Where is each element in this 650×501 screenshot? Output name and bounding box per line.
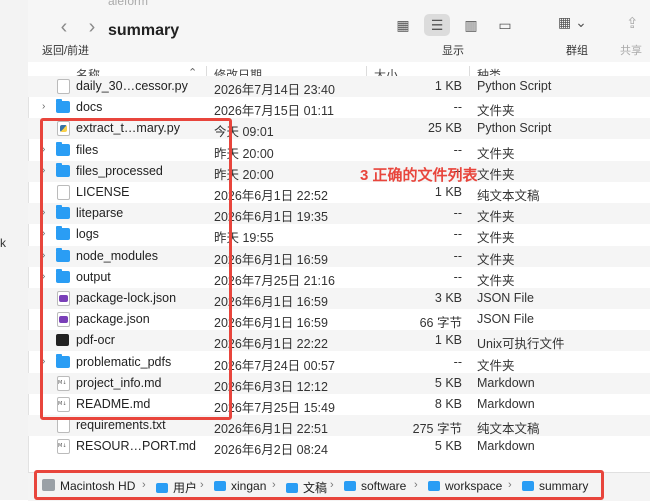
share-icon[interactable]: ⇪: [626, 14, 639, 32]
column-view-icon[interactable]: ▥: [458, 14, 484, 36]
file-date: 2026年7月25日 21:16: [214, 273, 335, 288]
disclosure-chevron-icon[interactable]: ›: [42, 101, 45, 112]
file-kind: 文件夹: [477, 252, 515, 267]
file-size: --: [453, 206, 462, 221]
forward-chevron-icon[interactable]: ›: [78, 16, 106, 39]
file-name: daily_30…cessor.py: [76, 79, 188, 93]
icon-view-icon[interactable]: ▦: [390, 14, 416, 36]
file-size: --: [453, 100, 462, 115]
file-size: 25 KB: [427, 121, 462, 136]
share-label: 共享: [620, 45, 642, 57]
text-file-icon: [57, 418, 70, 434]
file-kind: 文件夹: [477, 273, 515, 288]
group-label: 群组: [566, 45, 588, 57]
file-size: 1 KB: [434, 185, 462, 199]
file-size: 3 KB: [434, 291, 462, 305]
file-kind: Markdown: [477, 397, 535, 411]
nav-label: 返回/前进: [42, 45, 90, 57]
file-kind: 文件夹: [477, 104, 515, 119]
highlight-box-file-list: [40, 118, 232, 420]
file-kind: JSON File: [477, 291, 534, 305]
nav-buttons: ‹ ›: [50, 16, 106, 39]
file-date: 2026年7月24日 00:57: [214, 358, 335, 373]
window-title: summary: [108, 22, 180, 39]
file-kind: Markdown: [477, 375, 535, 390]
file-size: --: [453, 269, 462, 284]
file-date: 2026年7月14日 23:40: [214, 83, 335, 97]
list-view-icon[interactable]: ☰: [424, 14, 450, 36]
file-size: 5 KB: [434, 375, 462, 390]
doc-icon: [57, 79, 70, 94]
group-grid-icon[interactable]: ▦ ⌄: [558, 14, 587, 31]
file-kind: 文件夹: [477, 146, 515, 161]
gallery-view-icon[interactable]: ▭: [492, 14, 518, 36]
background-window-strip: [0, 0, 29, 500]
file-kind: Unix可执行文件: [477, 337, 565, 352]
file-date: 2026年7月25日 15:49: [214, 401, 335, 415]
file-size: 66 字节: [419, 316, 462, 331]
file-kind: Python Script: [477, 121, 552, 136]
file-kind: Markdown: [477, 439, 535, 454]
file-date: 2026年7月15日 01:11: [214, 104, 334, 119]
file-name: RESOUR…PORT.md: [76, 439, 196, 454]
file-kind: 文件夹: [477, 231, 515, 246]
file-kind: 文件夹: [477, 358, 515, 373]
file-size: 275 字节: [412, 422, 462, 437]
file-row[interactable]: › docs 2026年7月15日 01:11 -- 文件夹: [28, 97, 650, 118]
background-window-text: k: [0, 236, 6, 250]
file-kind: 文件夹: [477, 210, 515, 225]
view-label: 显示: [442, 45, 464, 57]
file-row[interactable]: RESOUR…PORT.md 2026年6月2日 08:24 5 KB Markdow…: [28, 436, 650, 457]
file-size: 1 KB: [434, 79, 462, 93]
highlight-box-path-bar: [34, 470, 604, 500]
file-name: requirements.txt: [76, 418, 166, 433]
file-date: 2026年6月1日 22:51: [214, 422, 328, 437]
file-kind: 纯文本文稿: [477, 422, 540, 437]
file-kind: 纯文本文稿: [477, 189, 540, 203]
file-size: --: [453, 227, 462, 242]
file-kind: Python Script: [477, 79, 552, 93]
file-size: --: [453, 354, 462, 369]
file-size: 8 KB: [434, 397, 462, 411]
file-size: 1 KB: [434, 333, 462, 348]
file-kind: JSON File: [477, 312, 534, 327]
file-row[interactable]: daily_30…cessor.py 2026年7月14日 23:40 1 KB Py…: [28, 76, 650, 97]
markdown-file-icon: [57, 439, 70, 455]
clipped-title-text: aleform: [108, 0, 149, 8]
finder-toolbar: aleform ‹ › 返回/前进 summary ▦ ☰ ▥ ▭ 显示 ▦ ⌄ …: [28, 0, 650, 63]
file-size: --: [453, 142, 462, 157]
file-name: docs: [76, 100, 103, 115]
back-chevron-icon[interactable]: ‹: [50, 16, 78, 39]
folder-icon: [56, 99, 70, 114]
file-size: --: [453, 248, 462, 263]
file-date: 2026年6月2日 08:24: [214, 443, 328, 458]
file-kind: 文件夹: [477, 167, 515, 182]
annotation-label: 3 正确的文件列表: [360, 167, 478, 184]
file-size: 5 KB: [434, 439, 462, 454]
